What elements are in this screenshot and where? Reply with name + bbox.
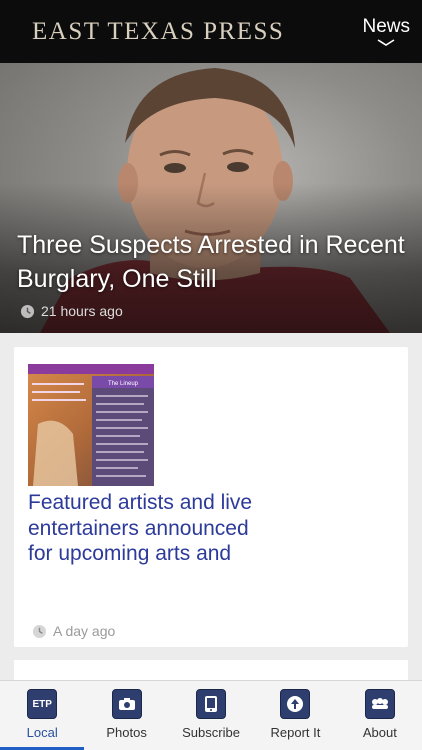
etp-logo-icon: ETP bbox=[27, 689, 58, 719]
hero-story[interactable]: Three Suspects Arrested in Recent Burgla… bbox=[0, 63, 422, 333]
tab-photos-label: Photos bbox=[106, 725, 147, 740]
tab-local[interactable]: ETP Local bbox=[0, 681, 85, 750]
article-headline[interactable]: Featured artists and live entertainers a… bbox=[28, 490, 268, 567]
tab-report-it[interactable]: Report It bbox=[253, 681, 337, 750]
chevron-down-icon bbox=[377, 39, 395, 46]
etp-logo-text: ETP bbox=[32, 698, 52, 710]
app-screen: EAST TEXAS PRESS News Three Suspects Arr… bbox=[0, 0, 422, 750]
section-dropdown-label: News bbox=[362, 16, 410, 37]
article-thumbnail: The Lineup bbox=[28, 364, 154, 486]
hero-time-text: 21 hours ago bbox=[41, 303, 123, 319]
tab-about-label: About bbox=[362, 725, 397, 740]
people-icon bbox=[364, 689, 395, 719]
upload-icon bbox=[280, 689, 311, 719]
poster-heading: The Lineup bbox=[108, 381, 139, 387]
brand-logo[interactable]: EAST TEXAS PRESS bbox=[32, 18, 284, 46]
article-time-text: A day ago bbox=[53, 623, 116, 639]
tab-local-label: Local bbox=[26, 725, 58, 740]
clock-icon bbox=[32, 624, 47, 638]
tab-photos[interactable]: Photos bbox=[84, 681, 168, 750]
event-poster-image: The Lineup bbox=[28, 364, 154, 486]
app-header: EAST TEXAS PRESS News bbox=[0, 0, 422, 63]
section-dropdown[interactable]: News bbox=[362, 16, 410, 47]
tab-about[interactable]: About bbox=[338, 681, 422, 750]
tab-report-it-label: Report It bbox=[270, 725, 321, 740]
tablet-icon bbox=[196, 689, 227, 719]
hero-headline[interactable]: Three Suspects Arrested in Recent Burgla… bbox=[17, 228, 407, 296]
tab-subscribe-label: Subscribe bbox=[182, 725, 240, 740]
article-card[interactable]: The Lineup Featured artists and live ent… bbox=[14, 347, 408, 647]
article-timestamp: A day ago bbox=[32, 623, 115, 639]
hero-timestamp: 21 hours ago bbox=[20, 303, 123, 319]
camera-icon bbox=[111, 689, 142, 719]
clock-icon bbox=[20, 304, 35, 318]
bottom-tab-bar: ETP Local Photos Subscribe Report It Abo… bbox=[0, 680, 422, 750]
tab-subscribe[interactable]: Subscribe bbox=[169, 681, 253, 750]
next-article-card[interactable] bbox=[14, 660, 408, 680]
